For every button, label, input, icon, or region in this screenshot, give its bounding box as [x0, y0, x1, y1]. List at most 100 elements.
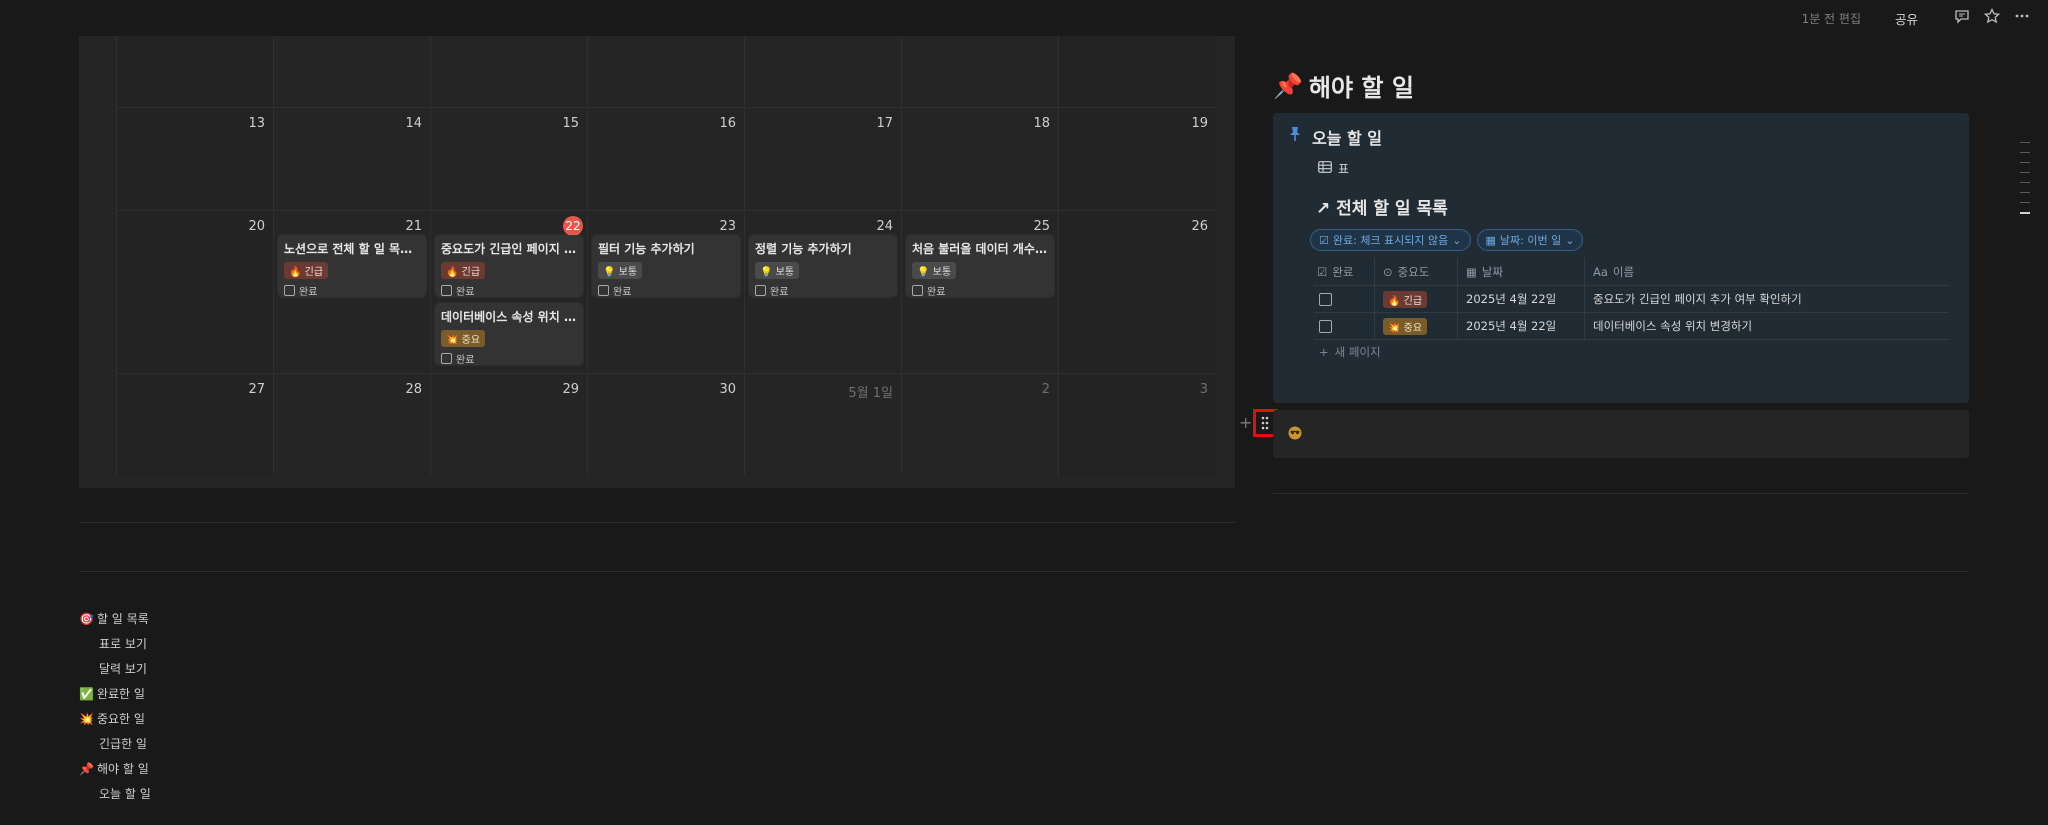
cell-date[interactable]: 2025년 4월 22일	[1457, 313, 1584, 339]
calendar-day-cell[interactable]: 2	[901, 374, 1058, 476]
priority-tag: 💡 보통	[598, 262, 643, 279]
priority-tag: 🔥 긴급	[284, 262, 329, 279]
calendar-day-cell[interactable]: 3	[1058, 374, 1216, 476]
top-bar: 1분 전 편집 공유	[0, 0, 2048, 36]
calendar-event-card[interactable]: 노션으로 전체 할 일 목록 만들기 🔥 긴급 완료	[278, 235, 426, 298]
calendar-day-cell[interactable]: 14	[273, 108, 430, 210]
calendar-day-cell[interactable]: 21 노션으로 전체 할 일 목록 만들기 🔥 긴급 완료	[273, 211, 430, 373]
calendar-day-cell[interactable]: 23 필터 기능 추가하기 💡 보통 완료	[587, 211, 744, 373]
column-header-priority[interactable]: ⊙ 중요도	[1374, 258, 1457, 285]
calendar-day-cell[interactable]	[273, 36, 430, 107]
emoji-placeholder-icon[interactable]	[1287, 425, 1303, 441]
outline-item[interactable]: 📌 해야 할 일	[79, 760, 149, 777]
cell-priority[interactable]: 💥 중요	[1374, 313, 1457, 339]
outline-item[interactable]: 표로 보기	[99, 635, 147, 652]
calendar-day-cell[interactable]: 19	[1058, 108, 1216, 210]
add-block-plus-icon[interactable]: +	[1239, 413, 1252, 432]
new-page-button[interactable]: + 새 페이지	[1319, 344, 1381, 360]
day-number: 30	[719, 382, 736, 397]
name-value: 데이터베이스 속성 위치 변경하기	[1593, 319, 1753, 333]
calendar-icon: ▦	[1485, 233, 1496, 247]
collision-icon: 💥	[79, 711, 94, 726]
calendar-week: 20 21 노션으로 전체 할 일 목록 만들기 🔥 긴급 완료 22 중요도가…	[116, 211, 1216, 374]
calendar-day-cell[interactable]: 22 중요도가 긴급인 페이지 추가 여부 확인하기 🔥 긴급 완료 데이터베이…	[430, 211, 587, 373]
calendar-day-cell[interactable]: 30	[587, 374, 744, 476]
calendar-day-cell[interactable]	[744, 36, 901, 107]
cell-date[interactable]: 2025년 4월 22일	[1457, 286, 1584, 312]
calendar-day-cell[interactable]	[901, 36, 1058, 107]
filter-date-pill[interactable]: ▦ 날짜: 이번 일 ⌄	[1476, 229, 1584, 251]
cell-name[interactable]: 중요도가 긴급인 페이지 추가 여부 확인하기	[1584, 286, 1949, 312]
calendar-event-card[interactable]: 정렬 기능 추가하기 💡 보통 완료	[749, 235, 897, 298]
filter-done-pill[interactable]: ☑ 완료: 체크 표시되지 않음 ⌄	[1310, 229, 1471, 251]
calendar-day-cell[interactable]	[116, 36, 273, 107]
done-checkbox[interactable]	[1319, 319, 1332, 333]
cell-priority[interactable]: 🔥 긴급	[1374, 286, 1457, 312]
calendar-day-cell[interactable]: 28	[273, 374, 430, 476]
todo-table: ☑ 완료 ⊙ 중요도 ▦ 날짜 Aa 이름 🔥 긴급 2025년 4월 22일 중요도가…	[1314, 258, 1949, 340]
table-row[interactable]: 💥 중요 2025년 4월 22일 데이터베이스 속성 위치 변경하기	[1314, 313, 1949, 340]
calendar-day-cell[interactable]: 25 처음 불러올 데이터 개수 지정하기 💡 보통 완료	[901, 211, 1058, 373]
done-checkbox[interactable]	[284, 285, 295, 296]
day-number: 15	[562, 116, 579, 131]
calendar-day-cell[interactable]	[1058, 36, 1216, 107]
filter-label: 완료: 체크 표시되지 않음	[1332, 234, 1449, 247]
calendar-day-cell[interactable]: 5월 1일	[744, 374, 901, 476]
outline-item[interactable]: 💥 중요한 일	[79, 710, 145, 727]
calendar-day-cell[interactable]: 18	[901, 108, 1058, 210]
done-checkbox[interactable]	[598, 285, 609, 296]
table-view-tab[interactable]: 표	[1318, 160, 1349, 177]
done-checkbox[interactable]	[441, 353, 452, 364]
done-checkbox[interactable]	[755, 285, 766, 296]
table-row[interactable]: 🔥 긴급 2025년 4월 22일 중요도가 긴급인 페이지 추가 여부 확인하…	[1314, 286, 1949, 313]
outline-label: 할 일 목록	[96, 612, 149, 626]
column-header-name[interactable]: Aa 이름	[1584, 258, 1949, 285]
calendar-day-cell[interactable]	[430, 36, 587, 107]
link-arrow-icon: ↗	[1316, 199, 1331, 219]
outline-item[interactable]: ✅ 완료한 일	[79, 685, 145, 702]
calendar-day-cell[interactable]: 17	[744, 108, 901, 210]
new-page-label: 새 페이지	[1334, 345, 1381, 359]
calendar-day-cell[interactable]: 29	[430, 374, 587, 476]
calendar-day-cell[interactable]: 15	[430, 108, 587, 210]
column-header-date[interactable]: ▦ 날짜	[1457, 258, 1584, 285]
star-icon[interactable]	[1983, 7, 2002, 26]
day-number: 21	[405, 219, 422, 234]
done-checkbox[interactable]	[912, 285, 923, 296]
empty-callout-block[interactable]	[1273, 410, 1969, 458]
outline-label: 완료한 일	[96, 687, 145, 701]
calendar-day-cell[interactable]	[587, 36, 744, 107]
select-icon: ⊙	[1383, 264, 1393, 279]
done-checkbox[interactable]	[441, 285, 452, 296]
outline-item[interactable]: 오늘 할 일	[99, 785, 151, 802]
checkbox-icon: ☑	[1317, 264, 1328, 279]
cell-name[interactable]: 데이터베이스 속성 위치 변경하기	[1584, 313, 1949, 339]
calendar-day-cell[interactable]: 27	[116, 374, 273, 476]
comment-icon[interactable]	[1954, 8, 1972, 26]
calendar-day-cell[interactable]: 24 정렬 기능 추가하기 💡 보통 완료	[744, 211, 901, 373]
outline-item[interactable]: 긴급한 일	[99, 735, 147, 752]
done-checkbox[interactable]	[1319, 292, 1332, 306]
calendar-event-card[interactable]: 데이터베이스 속성 위치 변경하기 💥 중요 완료	[435, 303, 583, 366]
calendar-event-card[interactable]: 처음 불러올 데이터 개수 지정하기 💡 보통 완료	[906, 235, 1054, 298]
table-header-row: ☑ 완료 ⊙ 중요도 ▦ 날짜 Aa 이름	[1314, 258, 1949, 286]
pin-icon	[1287, 126, 1303, 142]
calendar-day-cell[interactable]: 13	[116, 108, 273, 210]
share-button[interactable]: 공유	[1895, 9, 1918, 28]
calendar-event-card[interactable]: 필터 기능 추가하기 💡 보통 완료	[592, 235, 740, 298]
cell-done[interactable]	[1314, 286, 1374, 312]
cell-done[interactable]	[1314, 313, 1374, 339]
table-of-contents-minimap[interactable]	[2020, 142, 2030, 223]
name-value: 중요도가 긴급인 페이지 추가 여부 확인하기	[1593, 292, 1802, 306]
calendar-event-card[interactable]: 중요도가 긴급인 페이지 추가 여부 확인하기 🔥 긴급 완료	[435, 235, 583, 298]
calendar-day-cell[interactable]: 16	[587, 108, 744, 210]
column-header-done[interactable]: ☑ 완료	[1314, 258, 1374, 285]
calendar-day-cell[interactable]: 20	[116, 211, 273, 373]
calendar-day-cell[interactable]: 26	[1058, 211, 1216, 373]
linked-database-title[interactable]: ↗ 전체 할 일 목록	[1316, 194, 1448, 219]
outline-item[interactable]: 🎯 할 일 목록	[79, 610, 149, 627]
more-options-icon[interactable]	[2014, 8, 2032, 26]
done-label: 완료	[456, 355, 475, 366]
outline-item[interactable]: 달력 보기	[99, 660, 147, 677]
chevron-down-icon: ⌄	[1452, 233, 1462, 247]
